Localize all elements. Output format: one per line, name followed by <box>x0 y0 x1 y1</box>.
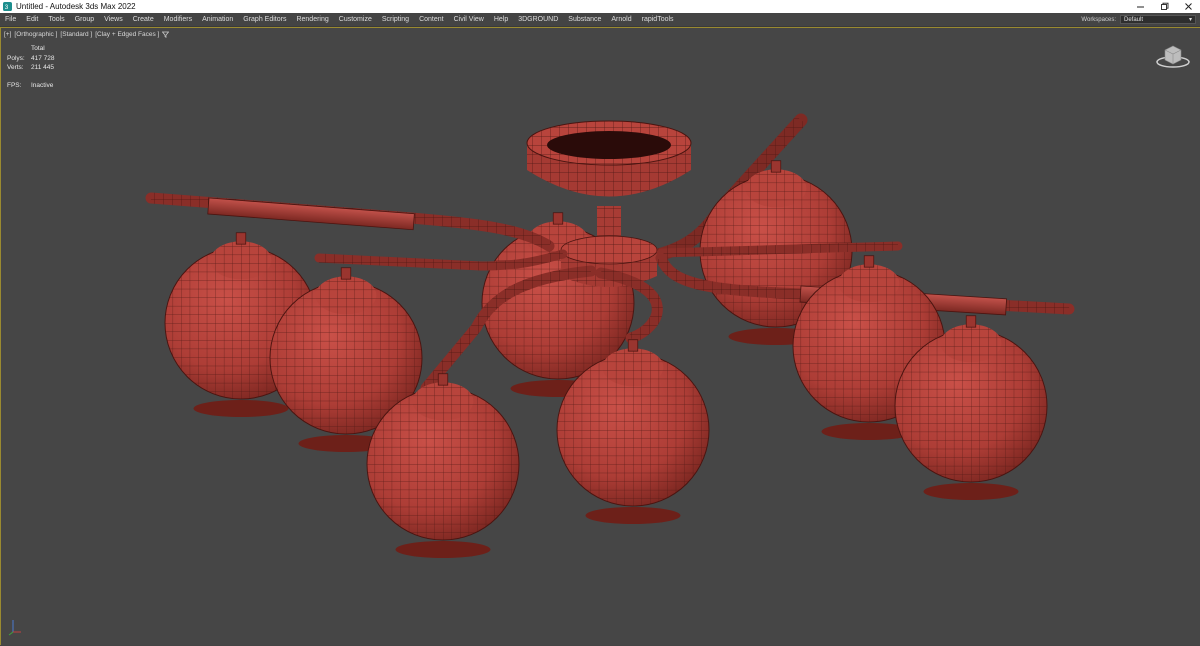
menu-views[interactable]: Views <box>99 13 128 26</box>
chevron-down-icon: ▾ <box>1188 17 1192 23</box>
menu-bar: File Edit Tools Group Views Create Modif… <box>0 13 1200 27</box>
menu-content[interactable]: Content <box>414 13 449 26</box>
viewport-plus-menu[interactable]: [+] <box>4 31 11 38</box>
perspective-viewport[interactable]: [+] [Orthographic ] [Standard ] [Clay + … <box>0 27 1200 645</box>
viewcube-icon[interactable] <box>1155 42 1191 70</box>
filter-icon[interactable] <box>162 31 170 38</box>
viewport-display-mode-menu[interactable]: [Clay + Edged Faces ] <box>95 31 159 38</box>
viewport-label: [+] [Orthographic ] [Standard ] [Clay + … <box>4 31 170 38</box>
menu-customize[interactable]: Customize <box>334 13 377 26</box>
polys-value: 417 728 <box>31 54 55 62</box>
workspace-selector: Workspaces: Default ▾ <box>1081 15 1196 24</box>
verts-label: Verts: <box>7 64 24 72</box>
menu-create[interactable]: Create <box>128 13 159 26</box>
workspaces-label: Workspaces: <box>1081 16 1116 23</box>
scene-canvas <box>145 113 1075 559</box>
menu-substance[interactable]: Substance <box>563 13 606 26</box>
menu-tools[interactable]: Tools <box>43 13 69 26</box>
viewport-shading-menu[interactable]: [Standard ] <box>60 31 92 38</box>
3dsmax-app-icon: 3 <box>3 2 12 11</box>
title-bar: 3 Untitled - Autodesk 3ds Max 2022 <box>0 0 1200 14</box>
menu-rapidtools[interactable]: rapidTools <box>637 13 679 26</box>
close-button[interactable] <box>1176 0 1200 13</box>
menu-group[interactable]: Group <box>70 13 99 26</box>
menu-edit[interactable]: Edit <box>21 13 43 26</box>
menu-3dground[interactable]: 3DGROUND <box>513 13 563 26</box>
fps-value: Inactive <box>31 81 54 89</box>
close-icon <box>1184 3 1192 10</box>
menu-arnold[interactable]: Arnold <box>606 13 636 26</box>
menu-animation[interactable]: Animation <box>197 13 238 26</box>
menu-file[interactable]: File <box>0 13 21 26</box>
workspace-value: Default <box>1124 16 1144 23</box>
svg-text:3: 3 <box>5 4 9 11</box>
menu-scripting[interactable]: Scripting <box>377 13 414 26</box>
menu-help[interactable]: Help <box>489 13 513 26</box>
minimize-icon <box>1136 6 1144 8</box>
stats-total-header: Total <box>31 45 45 53</box>
viewport-view-menu[interactable]: [Orthographic ] <box>14 31 57 38</box>
window-title: Untitled - Autodesk 3ds Max 2022 <box>16 2 136 11</box>
minimize-button[interactable] <box>1128 0 1152 13</box>
menu-civil-view[interactable]: Civil View <box>449 13 489 26</box>
polys-label: Polys: <box>7 54 25 62</box>
menu-modifiers[interactable]: Modifiers <box>159 13 197 26</box>
restore-icon <box>1160 2 1168 10</box>
verts-value: 211 445 <box>31 64 55 72</box>
restore-button[interactable] <box>1152 0 1176 13</box>
statistics-overlay: Total Polys: 417 728 Verts: 211 445 FPS: In… <box>7 44 55 90</box>
workspace-dropdown[interactable]: Default ▾ <box>1120 15 1196 24</box>
fps-label: FPS: <box>7 81 22 89</box>
menu-rendering[interactable]: Rendering <box>291 13 333 26</box>
axis-tripod-icon <box>8 620 21 636</box>
menu-graph-editors[interactable]: Graph Editors <box>238 13 291 26</box>
